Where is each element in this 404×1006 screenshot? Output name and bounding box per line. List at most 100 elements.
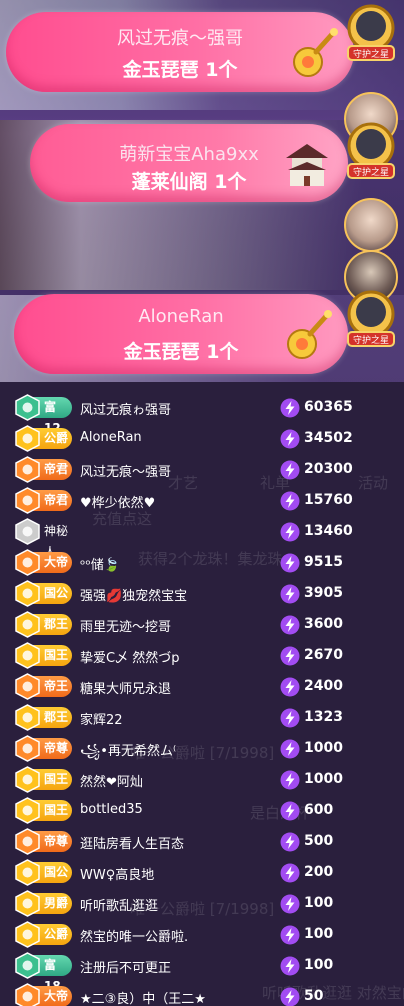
pavilion-icon [286,144,328,186]
contribution-score: 34502 [280,428,390,449]
ranking-row[interactable]: 帝君 风过无痕～强哥 20300 [15,454,404,485]
ranking-row[interactable]: 公爵 然宝的唯一公爵啦. 100 [15,919,404,950]
rank-crest-icon [15,704,40,731]
contribution-score: 3905 [280,583,390,604]
contribution-score: 600 [280,800,390,821]
rank-crest-icon [15,735,40,762]
score-value: 34502 [304,430,353,446]
rank-badge: 国王 [15,642,72,669]
score-value: 3600 [304,616,343,632]
svg-text:守护之星: 守护之星 [353,166,389,178]
rank-crest-icon [15,549,40,576]
lightning-icon [280,429,300,449]
rank-badge-label: 国王 [44,772,69,786]
lightning-icon [280,894,300,914]
user-name: 风过无痕ゎ强哥 [80,403,172,418]
rank-crest-icon [15,642,40,669]
lightning-icon [280,801,300,821]
guard-star-badge[interactable]: 守护之星 [340,2,402,62]
ranking-row[interactable]: 富18 注册后不可更正 100 [15,950,404,993]
ranking-row[interactable]: 国公 WW♀高良地 200 [15,857,404,888]
score-value: 20300 [304,461,353,477]
ranking-row[interactable]: 国公 强强💋独宠然宝宝 3905 [15,578,404,609]
score-value: 600 [304,802,334,818]
ranking-row[interactable]: 男爵 听听歌乱逛逛 100 [15,888,404,919]
rank-badge-label: 国公 [44,865,69,879]
ranking-row[interactable]: 国王 bottled35 600 [15,795,404,826]
ranking-row[interactable]: 郡王 家辉22 1323 [15,702,404,733]
score-value: 3905 [304,585,343,601]
lightning-icon [280,646,300,666]
score-value: 60365 [304,399,353,415]
rank-crest-icon [15,487,40,514]
rank-badge-label: 国王 [44,803,69,817]
contribution-score: 500 [280,831,390,852]
contribution-score: 60365 [280,397,390,418]
gift-banner-area: 风过无痕～强哥 金玉琵琶 1个 萌新宝宝Aha9xx 蓬莱仙阁 1个 Alone… [0,0,404,382]
user-name: 然然❤阿灿 [80,775,143,790]
lightning-icon [280,770,300,790]
user-name: ♥桦少依然♥ [80,496,156,511]
rank-badge-label: 郡王 [44,617,69,631]
contribution-score: 50 [280,986,390,1006]
score-value: 100 [304,957,334,973]
rank-badge: 帝尊 [15,828,72,855]
svg-text:守护之星: 守护之星 [353,334,389,346]
rank-badge: 公爵 [15,921,72,948]
ranking-row[interactable]: 大帝 ᵒᵒ储🍃 9515 [15,547,404,578]
ranking-row[interactable]: 国王 然然❤阿灿 1000 [15,764,404,795]
rank-crest-icon [15,611,40,638]
user-name: ꧁•再无希然ム⁽ [80,744,177,759]
lightning-icon [280,863,300,883]
rank-badge: 国公 [15,580,72,607]
user-name: 糖果大师兄永退 [80,682,172,697]
score-value: 1000 [304,771,343,787]
contribution-score: 100 [280,893,390,914]
score-value: 1000 [304,740,343,756]
rank-crest-icon [15,518,40,545]
guard-star-badge[interactable]: 守护之星 [340,288,402,348]
rank-badge: 富18 [15,952,72,993]
rank-badge-label: 郡王 [44,710,69,724]
rank-crest-icon [15,859,40,886]
rank-badge-label: 帝尊 [44,741,69,755]
gift-banner: 风过无痕～强哥 金玉琵琶 1个 [6,12,354,92]
rank-crest-icon [15,673,40,700]
ranking-row[interactable]: 郡王 雨里无迹～挖哥 3600 [15,609,404,640]
lightning-icon [280,553,300,573]
viewer-avatar[interactable] [344,198,398,252]
rank-badge-label: 帝君 [44,462,69,476]
user-name: ᵒᵒ储🍃 [80,558,120,573]
ranking-row[interactable]: 神秘人 13460 [15,516,404,559]
lightning-icon [280,615,300,635]
ranking-row[interactable]: 公爵 AloneRan 34502 [15,423,404,454]
contribution-score: 2670 [280,645,390,666]
lightning-icon [280,584,300,604]
ranking-row[interactable]: 富12 风过无痕ゎ强哥 60365 [15,392,404,435]
user-name: WW♀高良地 [80,868,155,883]
ranking-row[interactable]: 国王 挚爱C乄 然然づp 2670 [15,640,404,671]
rank-badge-label: 帝尊 [44,834,69,848]
lightning-icon [280,739,300,759]
score-value: 1323 [304,709,343,725]
rank-crest-icon [15,580,40,607]
user-name: AloneRan [80,430,142,445]
contribution-score: 1000 [280,738,390,759]
lightning-icon [280,925,300,945]
contribution-score: 15760 [280,490,390,511]
rank-badge: 郡王 [15,704,72,731]
rank-crest-icon [15,828,40,855]
ranking-row[interactable]: 帝尊 逛陆房看人生百态 500 [15,826,404,857]
score-value: 500 [304,833,334,849]
rank-badge: 神秘人 [15,518,72,559]
ranking-row[interactable]: 帝王 糖果大师兄永退 2400 [15,671,404,702]
rank-crest-icon [15,952,40,979]
ranking-row[interactable]: 帝尊 ꧁•再无希然ム⁽ 1000 [15,733,404,764]
rank-badge-label: 大帝 [44,555,69,569]
ranking-row[interactable]: 大帝 ★二③良）中（王二★ 50 [15,981,404,1006]
guard-star-badge[interactable]: 守护之星 [340,120,402,180]
ranking-row[interactable]: 帝君 ♥桦少依然♥ 15760 [15,485,404,516]
rank-badge: 大帝 [15,983,72,1006]
lightning-icon [280,708,300,728]
lightning-icon [280,677,300,697]
